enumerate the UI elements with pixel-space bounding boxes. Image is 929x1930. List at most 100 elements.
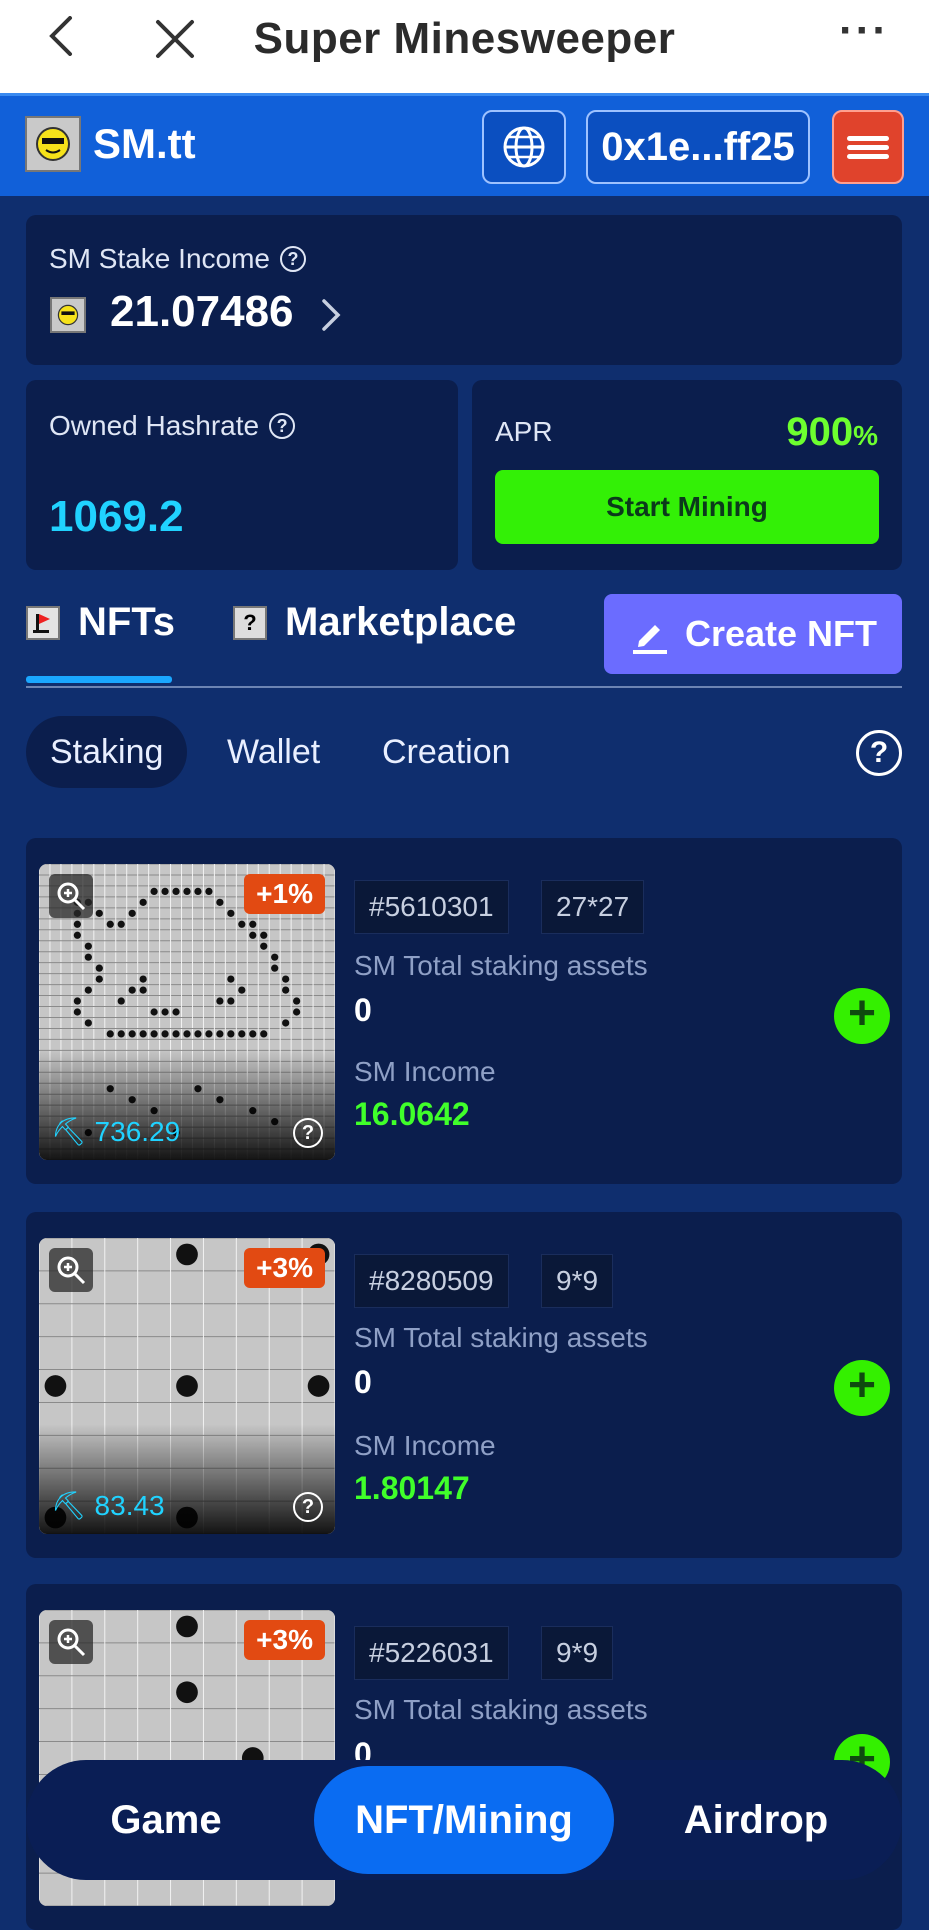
help-icon[interactable]: ? — [856, 730, 902, 776]
nft-icon — [26, 605, 60, 640]
nft-size: 9*9 — [541, 1254, 614, 1308]
subtab-creation[interactable]: Creation — [382, 716, 511, 788]
add-stake-button[interactable]: + — [834, 988, 890, 1044]
start-mining-button[interactable]: Start Mining — [495, 470, 879, 544]
nav-nft-mining[interactable]: NFT/Mining — [314, 1766, 614, 1874]
mine-icon — [216, 997, 224, 1005]
subtab-wallet[interactable]: Wallet — [227, 716, 320, 788]
mine-icon — [172, 887, 180, 896]
mine-icon — [95, 975, 103, 983]
shovel-icon: ⛏ — [51, 1116, 87, 1147]
nav-airdrop[interactable]: Airdrop — [656, 1760, 856, 1880]
mine-icon — [249, 920, 257, 928]
zoom-in-icon[interactable] — [49, 874, 93, 918]
mine-icon — [249, 1030, 257, 1038]
nft-hashrate: 736.29 — [94, 1115, 181, 1147]
mine-icon — [150, 887, 158, 896]
income-value: 1.80147 — [354, 1470, 470, 1506]
nft-image[interactable]: +1% ⛏ 736.29 ? — [39, 864, 335, 1160]
mine-icon — [176, 1615, 198, 1638]
apr-panel: APR 900% Start Mining — [472, 380, 902, 570]
coin-icon — [50, 297, 86, 333]
mine-icon — [176, 1243, 198, 1266]
menu-button[interactable] — [832, 110, 904, 184]
hashrate-value: 1069.2 — [49, 492, 184, 541]
apr-value: 900% — [786, 410, 878, 454]
mine-icon — [172, 1030, 180, 1038]
shovel-icon: ⛏ — [51, 1490, 87, 1521]
mine-icon — [176, 1681, 198, 1704]
help-icon[interactable]: ? — [279, 246, 306, 272]
income-label: SM Income — [354, 1056, 496, 1087]
mine-icon — [227, 909, 235, 917]
zoom-in-icon[interactable] — [49, 1620, 93, 1664]
create-nft-button[interactable]: Create NFT — [604, 594, 902, 674]
mine-icon — [249, 931, 257, 939]
create-nft-label: Create NFT — [684, 613, 878, 654]
mine-icon — [73, 920, 81, 928]
browser-bar: Super Minesweeper ··· — [0, 0, 929, 93]
tab-nfts[interactable]: NFTs — [26, 600, 175, 645]
mine-icon — [282, 1019, 290, 1027]
mine-icon — [117, 997, 125, 1005]
hamburger-icon — [847, 132, 889, 163]
mine-icon — [117, 920, 125, 928]
chevron-right-icon[interactable] — [316, 295, 346, 335]
bonus-badge: +1% — [244, 874, 325, 914]
mine-icon — [139, 898, 147, 906]
nft-size: 9*9 — [541, 1626, 614, 1680]
plus-icon: + — [847, 1359, 877, 1412]
add-stake-button[interactable]: + — [834, 1360, 890, 1416]
mine-icon — [183, 887, 191, 896]
page-title: Super Minesweeper — [253, 14, 676, 63]
help-icon[interactable]: ? — [269, 413, 296, 439]
nft-id: #5610301 — [354, 880, 509, 934]
mine-icon — [84, 942, 92, 950]
staking-label: SM Total staking assets — [354, 1694, 648, 1725]
mine-icon — [73, 997, 81, 1005]
plus-icon: + — [847, 987, 877, 1040]
mine-icon — [161, 1008, 169, 1016]
nav-game[interactable]: Game — [66, 1760, 266, 1880]
mine-icon — [238, 1030, 246, 1038]
nft-size: 27*27 — [541, 880, 645, 934]
bonus-badge: +3% — [244, 1620, 325, 1660]
mine-icon — [227, 1030, 235, 1038]
mine-icon — [128, 909, 136, 917]
staking-value: 0 — [354, 1364, 372, 1400]
help-icon[interactable]: ? — [293, 1492, 323, 1522]
mine-icon — [282, 986, 290, 994]
apr-label: APR — [495, 416, 553, 447]
mine-icon — [307, 1375, 330, 1397]
mine-icon — [260, 1030, 268, 1038]
subtab-staking[interactable]: Staking — [26, 716, 188, 788]
staking-label: SM Total staking assets — [354, 1322, 648, 1353]
mine-icon — [73, 1008, 81, 1016]
mine-icon — [227, 997, 235, 1005]
mine-icon — [84, 953, 92, 961]
mine-icon — [260, 931, 268, 939]
nft-card: +1% ⛏ 736.29 ? #5610301 27*27 SM Total st… — [26, 838, 902, 1184]
mine-icon — [205, 887, 213, 896]
nft-image[interactable]: +3% ⛏ 83.43 ? — [39, 1238, 335, 1534]
zoom-in-icon[interactable] — [49, 1248, 93, 1292]
logo-icon — [25, 116, 81, 172]
nft-card: +3% ⛏ 83.43 ? #8280509 9*9 SM Total staki… — [26, 1212, 902, 1558]
mine-icon — [227, 975, 235, 983]
mine-icon — [117, 1030, 125, 1038]
mine-icon — [84, 986, 92, 994]
mine-icon — [194, 887, 202, 896]
mine-icon — [260, 942, 268, 950]
tab-marketplace[interactable]: ? Marketplace — [233, 600, 516, 645]
mine-icon — [106, 1030, 114, 1038]
wallet-address-button[interactable]: 0x1e...ff25 — [586, 110, 810, 184]
staking-label: SM Total staking assets — [354, 950, 648, 981]
help-icon[interactable]: ? — [293, 1118, 323, 1148]
stake-income-panel[interactable]: SM Stake Income? 21.07486 — [26, 215, 902, 365]
mine-icon — [150, 1008, 158, 1016]
mine-icon — [176, 1375, 198, 1397]
mine-icon — [128, 986, 136, 994]
more-icon[interactable]: ··· — [839, 6, 889, 56]
language-button[interactable] — [482, 110, 566, 184]
mine-icon — [139, 1030, 147, 1038]
